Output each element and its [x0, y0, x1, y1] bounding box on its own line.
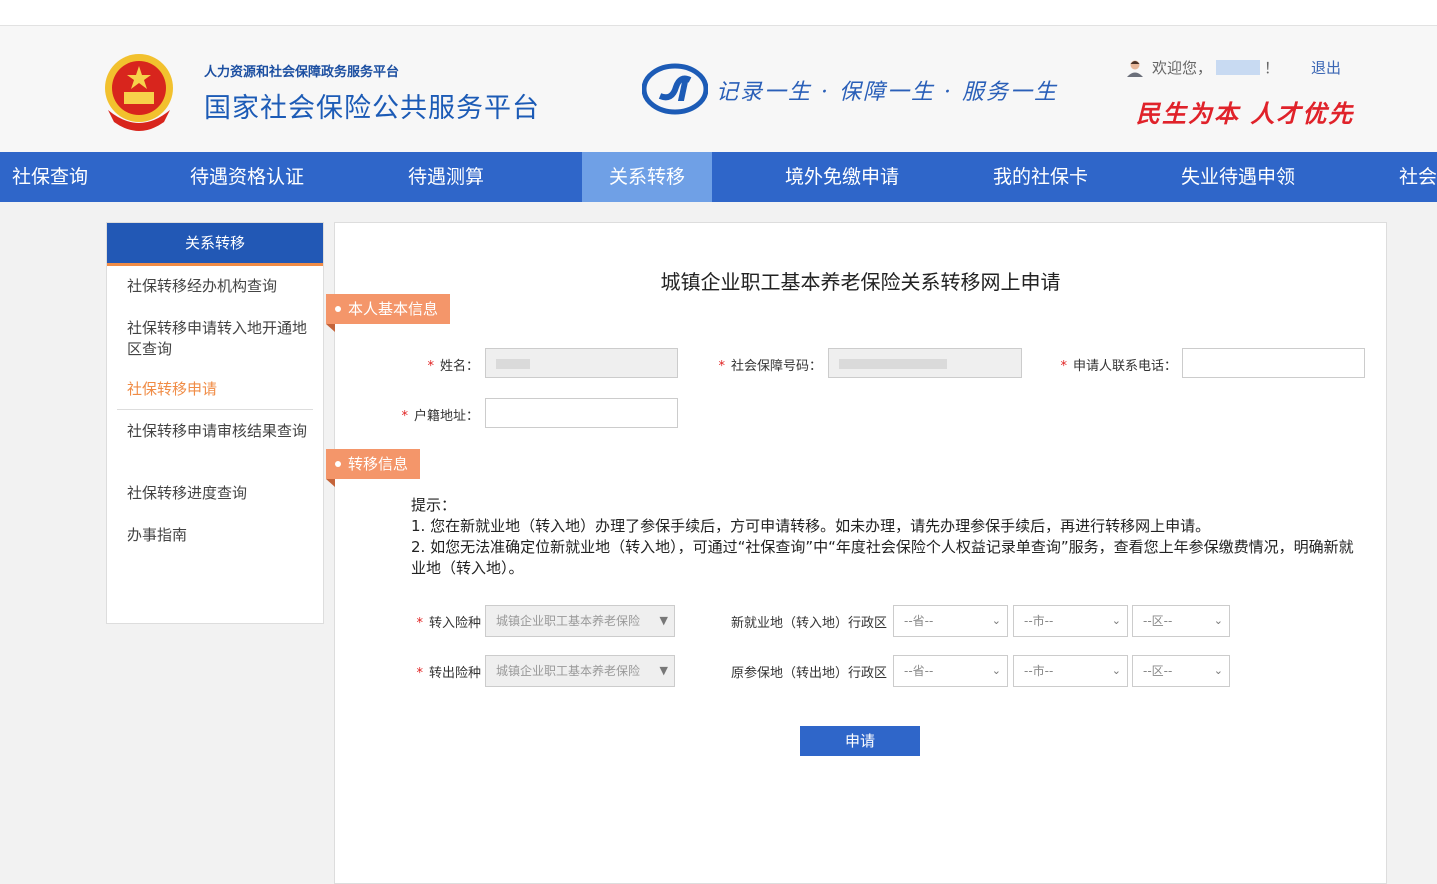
motto: 民生为本 人才优先	[1136, 99, 1355, 128]
chevron-down-icon: ⌄	[991, 664, 1001, 677]
name-field[interactable]	[485, 348, 678, 378]
site-title: 国家社会保险公共服务平台	[204, 93, 540, 124]
blurred-ssn	[839, 359, 947, 369]
address-label: * 户籍地址：	[401, 409, 479, 424]
out-type-label: * 转出险种	[416, 666, 481, 681]
nav-item-eligibility-auth[interactable]: 待遇资格认证	[190, 152, 304, 202]
sidebar-item-agency-query[interactable]: 社保转移经办机构查询	[127, 276, 309, 297]
user-greeting: 欢迎您， ！	[1126, 57, 1279, 78]
welcome-text: 欢迎您，	[1152, 59, 1213, 77]
slogan: 记录一生 · 保障一生 · 服务一生	[716, 80, 1058, 105]
out-type-select[interactable]: 城镇企业职工基本养老保险 ▼	[485, 655, 675, 687]
blurred-name	[496, 359, 530, 369]
in-type-label: * 转入险种	[416, 616, 481, 631]
nav-item-my-card[interactable]: 我的社保卡	[993, 152, 1088, 202]
sidebar-item-guide[interactable]: 办事指南	[127, 525, 309, 546]
dropdown-arrow-icon: ▼	[659, 614, 668, 627]
phone-field[interactable]	[1182, 348, 1365, 378]
address-field[interactable]	[485, 398, 678, 428]
section-transfer-info: 转移信息	[326, 449, 421, 487]
chevron-down-icon: ⌄	[1111, 664, 1121, 677]
tip-line-1: 1. 您在新就业地（转入地）办理了参保手续后，方可申请转移。如未办理，请先办理参…	[411, 517, 1211, 535]
nav-item-unemployment[interactable]: 失业待遇申领	[1181, 152, 1295, 202]
user-avatar-icon	[1127, 60, 1143, 77]
chevron-down-icon: ⌄	[991, 614, 1001, 627]
main-panel: 城镇企业职工基本养老保险关系转移网上申请 本人基本信息 * 姓名： * 社会保障号码…	[326, 222, 1387, 884]
ssn-label: * 社会保障号码：	[718, 359, 822, 374]
nav-item-transfer[interactable]: 关系转移	[582, 152, 712, 202]
old-city-select[interactable]: --市-- ⌄	[1013, 655, 1128, 687]
tip-title: 提示：	[411, 496, 457, 514]
new-district-select[interactable]: --区-- ⌄	[1132, 605, 1230, 637]
old-province-select[interactable]: --省-- ⌄	[893, 655, 1008, 687]
new-region-label: 新就业地（转入地）行政区	[730, 616, 887, 631]
old-district-select[interactable]: --区-- ⌄	[1132, 655, 1230, 687]
chevron-down-icon: ⌄	[1111, 614, 1121, 627]
blurred-username	[1216, 60, 1261, 75]
national-emblem-icon	[105, 54, 173, 131]
welcome-end: ！	[1264, 59, 1280, 77]
nav-item-benefit-calc[interactable]: 待遇测算	[408, 152, 484, 202]
dropdown-arrow-icon: ▼	[659, 664, 668, 677]
form-title: 城镇企业职工基本养老保险关系转移网上申请	[660, 270, 1061, 294]
nav-item-social-security-query[interactable]: 社保查询	[0, 152, 115, 202]
main-nav: 社保查询 待遇资格认证 待遇测算 关系转移 境外免缴申请 我的社保卡 失业待遇申…	[0, 152, 1437, 202]
phone-label: * 申请人联系电话：	[1060, 359, 1177, 374]
si-logo-icon	[642, 63, 708, 115]
section-basic-info: 本人基本信息	[326, 294, 451, 332]
in-type-select[interactable]: 城镇企业职工基本养老保险 ▼	[485, 605, 675, 637]
logout-link[interactable]: 退出	[1311, 57, 1341, 78]
submit-button[interactable]: 申请	[800, 726, 920, 756]
top-strip	[0, 0, 1437, 26]
ssn-field[interactable]	[828, 348, 1022, 378]
new-city-select[interactable]: --市-- ⌄	[1013, 605, 1128, 637]
platform-subtitle: 人力资源和社会保障政务服务平台	[204, 65, 400, 80]
name-label: * 姓名：	[427, 359, 479, 374]
tip-line-2: 2. 如您无法准确定位新就业地（转入地），可通过“社保查询”中“年度社会保险个人…	[411, 538, 1354, 577]
sidebar: 关系转移 社保转移经办机构查询 社保转移申请转入地开通地区查询 社保转移申请 社…	[106, 222, 324, 624]
sidebar-header: 关系转移	[107, 223, 323, 266]
chevron-down-icon: ⌄	[1213, 664, 1223, 677]
sidebar-divider	[117, 409, 313, 410]
sidebar-item-review-result[interactable]: 社保转移申请审核结果查询	[127, 421, 309, 442]
chevron-down-icon: ⌄	[1213, 614, 1223, 627]
sidebar-item-region-query[interactable]: 社保转移申请转入地开通地区查询	[127, 318, 309, 360]
nav-item-overseas-exemption[interactable]: 境外免缴申请	[785, 152, 899, 202]
nav-item-social[interactable]: 社会	[1399, 152, 1437, 202]
sidebar-item-progress-query[interactable]: 社保转移进度查询	[127, 483, 309, 504]
old-region-label: 原参保地（转出地）行政区	[730, 666, 887, 681]
tip-box: 提示： 1. 您在新就业地（转入地）办理了参保手续后，方可申请转移。如未办理，请…	[411, 495, 1361, 579]
new-province-select[interactable]: --省-- ⌄	[893, 605, 1008, 637]
site-header: 人力资源和社会保障政务服务平台 国家社会保险公共服务平台 记录一生 · 保障一生…	[0, 26, 1437, 152]
sidebar-item-transfer-apply[interactable]: 社保转移申请	[127, 379, 309, 400]
